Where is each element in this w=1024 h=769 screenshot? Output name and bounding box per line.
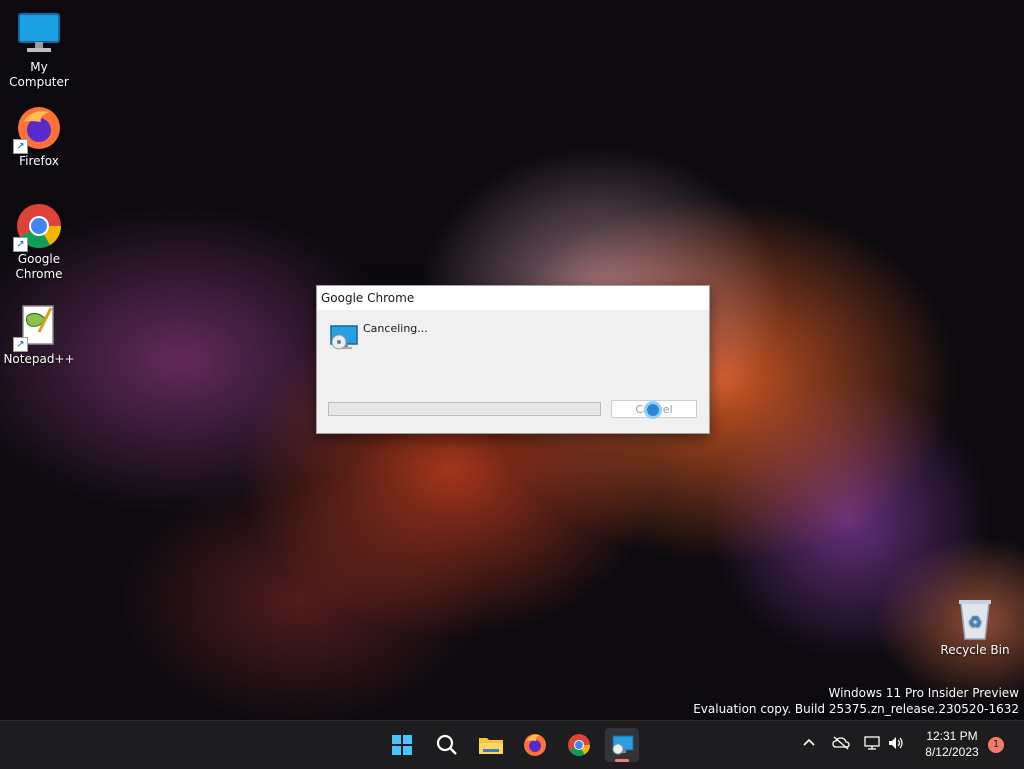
taskbar-firefox[interactable] (518, 728, 552, 762)
clock-date: 8/12/2023 (925, 745, 979, 759)
start-button[interactable] (385, 728, 419, 762)
desktop-icon-notepadpp[interactable]: ↗ Notepad++ (0, 302, 78, 367)
firefox-icon: ↗ (13, 104, 63, 154)
recycle-bin-icon: ♻ (955, 597, 995, 641)
os-watermark: Windows 11 Pro Insider Preview Evaluatio… (693, 685, 1019, 717)
system-clock[interactable]: 12:31 PM 8/12/2023 (912, 728, 992, 760)
chrome-icon: ↗ (13, 202, 63, 252)
watermark-line-1: Windows 11 Pro Insider Preview (828, 686, 1019, 700)
dialog-status-message: Canceling... (363, 322, 428, 335)
desktop-icon-label: Notepad++ (3, 352, 75, 366)
firefox-icon (518, 734, 552, 766)
svg-text:♻: ♻ (968, 612, 982, 631)
volume-icon[interactable] (888, 736, 904, 754)
desktop-icon-label: Google Chrome (15, 252, 63, 281)
taskbar-chrome[interactable] (562, 728, 596, 762)
desktop-icon-recycle-bin[interactable]: ♻ Recycle Bin (936, 597, 1014, 658)
desktop-icon-my-computer[interactable]: My Computer (0, 10, 78, 90)
shortcut-arrow-icon: ↗ (13, 237, 28, 252)
installer-icon (605, 735, 639, 766)
notepadpp-icon: ↗ (13, 302, 63, 352)
desktop-icon-firefox[interactable]: ↗ Firefox (0, 104, 78, 169)
desktop-icon-google-chrome[interactable]: ↗ Google Chrome (0, 202, 78, 282)
active-app-indicator (615, 759, 629, 762)
clock-time: 12:31 PM (926, 729, 978, 743)
file-explorer-icon (474, 738, 508, 766)
desktop-icon-label: Recycle Bin (940, 643, 1010, 657)
taskbar-search-button[interactable] (430, 728, 464, 762)
cloud-offline-icon[interactable] (832, 736, 850, 754)
taskbar-file-explorer[interactable] (474, 728, 508, 762)
chrome-installer-dialog: Google Chrome Canceling... Cancel (316, 285, 710, 434)
install-progress-bar (328, 402, 601, 416)
watermark-line-2: Evaluation copy. Build 25375.zn_release.… (693, 702, 1019, 716)
search-icon (430, 734, 464, 766)
installer-icon (329, 324, 359, 352)
desktop-icon-label: My Computer (9, 60, 69, 89)
shortcut-arrow-icon: ↗ (13, 337, 28, 352)
notification-badge[interactable]: 1 (988, 737, 1004, 753)
chrome-icon (562, 734, 596, 766)
taskbar: 12:31 PM 8/12/2023 (0, 720, 1024, 769)
shortcut-arrow-icon: ↗ (13, 139, 28, 154)
desktop-icon-label: Firefox (19, 154, 59, 168)
taskbar-chrome-installer[interactable] (605, 728, 639, 762)
dialog-title[interactable]: Google Chrome (317, 286, 709, 310)
busy-cursor-icon (644, 401, 662, 419)
start-icon (385, 735, 419, 766)
network-icon[interactable] (864, 736, 882, 754)
chevron-up-icon[interactable] (802, 736, 816, 754)
monitor-icon (15, 10, 63, 58)
